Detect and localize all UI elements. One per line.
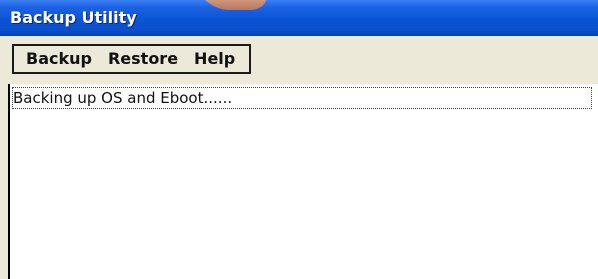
log-list[interactable]: Backing up OS and Eboot...... [8, 84, 598, 279]
title-bar-decoration [195, 0, 275, 10]
menu-item-help[interactable]: Help [186, 46, 243, 72]
window-title: Backup Utility [10, 8, 137, 27]
menu-item-restore[interactable]: Restore [100, 46, 186, 72]
status-message: Backing up OS and Eboot...... [12, 87, 592, 109]
menu-bar: Backup Restore Help [0, 36, 598, 82]
menu-item-backup[interactable]: Backup [18, 46, 100, 72]
title-bar: Backup Utility [0, 0, 598, 36]
menu-container: Backup Restore Help [12, 44, 252, 74]
